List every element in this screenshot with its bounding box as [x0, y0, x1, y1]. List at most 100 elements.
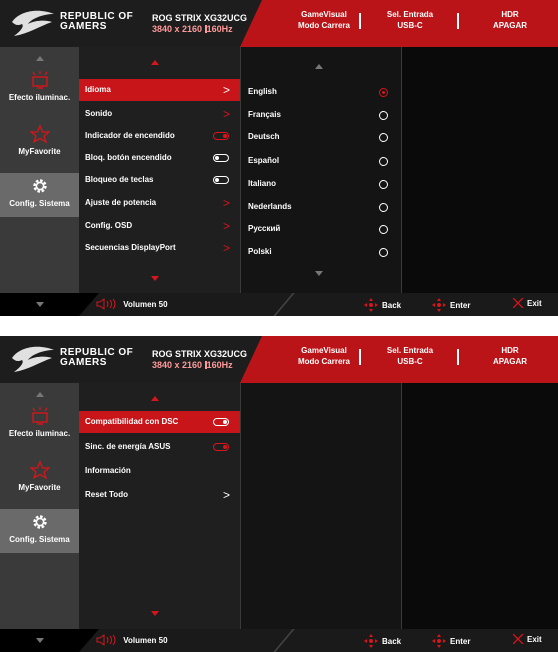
speaker-icon — [96, 298, 116, 310]
menu-item-dsc-compatibility[interactable]: Compatibilidad con DSC — [79, 411, 240, 433]
sidebar-item-system-setup[interactable]: Config. Sistema — [0, 509, 79, 553]
language-option[interactable]: Français — [241, 104, 401, 126]
menu-item-osd-setup[interactable]: Config. OSD > — [79, 215, 240, 237]
exit-button[interactable]: Exit — [512, 297, 542, 309]
chevron-right-icon: > — [223, 83, 231, 97]
gear-icon — [32, 179, 47, 193]
menu-item-asus-power-sync[interactable]: Sinc. de energía ASUS — [79, 436, 240, 458]
joystick-icon — [432, 298, 446, 312]
joystick-icon — [432, 634, 446, 648]
sidebar-item-lighting[interactable]: Efecto iluminac. — [0, 71, 79, 111]
menu-item-displayport-stream[interactable]: Secuencias DisplayPort > — [79, 237, 240, 259]
language-option[interactable]: Polski — [241, 241, 401, 263]
close-icon — [512, 297, 524, 309]
language-column: English Français Deutsch Español Italian… — [240, 47, 401, 293]
radio-icon[interactable] — [379, 225, 388, 234]
menu-item-power-indicator[interactable]: Indicador de encendido — [79, 125, 240, 147]
osd-header: REPUBLIC OF GAMERS ROG STRIX XG32UCG 384… — [0, 336, 558, 383]
sidebar-scroll-down-icon[interactable] — [36, 638, 44, 643]
detail-column — [240, 383, 401, 629]
toggle-off-icon[interactable] — [213, 176, 229, 184]
language-scroll-down-icon[interactable] — [315, 271, 323, 276]
hdr-status: HDR APAGAR — [492, 10, 528, 30]
menu-scroll-up-icon[interactable] — [151, 60, 159, 65]
menu-item-power-setting[interactable]: Ajuste de potencia > — [79, 192, 240, 214]
gamevisual-status: GameVisual Modo Carrera — [297, 346, 350, 366]
back-button[interactable]: Back — [364, 298, 401, 312]
radio-icon[interactable] — [379, 157, 388, 166]
language-scroll-up-icon[interactable] — [315, 64, 323, 69]
menu-scroll-down-icon[interactable] — [151, 276, 159, 281]
language-option[interactable]: Русский — [241, 218, 401, 240]
menu-item-power-key-lock[interactable]: Bloq. botón encendido — [79, 147, 240, 169]
radio-selected-icon[interactable] — [379, 88, 388, 97]
chevron-right-icon: > — [223, 241, 231, 255]
menu-item-sound[interactable]: Sonido > — [79, 103, 240, 125]
toggle-on-icon[interactable] — [213, 443, 229, 451]
radio-icon[interactable] — [379, 180, 388, 189]
enter-button[interactable]: Enter — [432, 298, 470, 312]
sidebar-item-system-setup[interactable]: Config. Sistema — [0, 173, 79, 217]
sidebar-item-label: MyFavorite — [18, 147, 61, 156]
sidebar-item-label: Efecto iluminac. — [8, 429, 71, 438]
speaker-icon — [96, 634, 116, 646]
volume-indicator: Volumen 50 — [96, 298, 168, 310]
resolution-readout: 3840 x 2160 160Hz — [152, 24, 233, 34]
toggle-on-icon[interactable] — [213, 132, 229, 140]
language-option[interactable]: Español — [241, 150, 401, 172]
sidebar-item-myfavorite[interactable]: MyFavorite — [0, 461, 79, 501]
sidebar-scroll-down-icon[interactable] — [36, 302, 44, 307]
menu-item-information[interactable]: Información — [79, 460, 240, 482]
back-button[interactable]: Back — [364, 634, 401, 648]
language-option[interactable]: English — [241, 81, 401, 103]
osd-screen-language: REPUBLIC OF GAMERS ROG STRIX XG32UCG 384… — [0, 0, 558, 316]
logo-plate: REPUBLIC OF GAMERS ROG STRIX XG32UCG 384… — [0, 0, 262, 47]
radio-icon[interactable] — [379, 111, 388, 120]
sidebar-scroll-up-icon[interactable] — [36, 56, 44, 61]
language-option[interactable]: Deutsch — [241, 126, 401, 148]
star-icon — [29, 125, 50, 143]
input-select-status: Sel. Entrada USB-C — [386, 346, 434, 366]
volume-indicator: Volumen 50 — [96, 634, 168, 646]
exit-button[interactable]: Exit — [512, 633, 542, 645]
menu-column: Idioma > Sonido > Indicador de encendido… — [79, 47, 240, 293]
volume-label: Volumen — [123, 300, 157, 309]
chevron-right-icon: > — [223, 488, 231, 502]
toggle-on-icon[interactable] — [213, 418, 229, 426]
star-icon — [29, 461, 50, 479]
rog-eye-logo-icon — [12, 10, 54, 36]
input-select-status: Sel. Entrada USB-C — [386, 10, 434, 30]
osd-footer: Volumen 50 Back Enter Exit — [0, 629, 558, 652]
sidebar-item-myfavorite[interactable]: MyFavorite — [0, 125, 79, 165]
language-option[interactable]: Nederlands — [241, 196, 401, 218]
volume-value: 50 — [158, 636, 168, 645]
volume-value: 50 — [158, 300, 168, 309]
radio-icon[interactable] — [379, 248, 388, 257]
brand-text: REPUBLIC OF GAMERS — [60, 347, 134, 368]
brand-text: REPUBLIC OF GAMERS — [60, 11, 134, 32]
toggle-off-icon[interactable] — [213, 154, 229, 162]
sidebar: Efecto iluminac. MyFavorite Config. Sist… — [0, 47, 79, 310]
radio-icon[interactable] — [379, 203, 388, 212]
sidebar-item-label: Config. Sistema — [9, 535, 70, 544]
joystick-icon — [364, 298, 378, 312]
sidebar-scroll-up-icon[interactable] — [36, 392, 44, 397]
menu-scroll-up-icon[interactable] — [151, 396, 159, 401]
model-name: ROG STRIX XG32UCG — [152, 349, 248, 359]
osd-screen-system-setup: REPUBLIC OF GAMERS ROG STRIX XG32UCG 384… — [0, 336, 558, 652]
menu-item-key-lock[interactable]: Bloqueo de teclas — [79, 169, 240, 191]
sidebar-item-lighting[interactable]: Efecto iluminac. — [0, 407, 79, 447]
hdr-status: HDR APAGAR — [492, 346, 528, 366]
menu-item-reset-all[interactable]: Reset Todo > — [79, 484, 240, 506]
language-option[interactable]: Italiano — [241, 173, 401, 195]
menu-column: Compatibilidad con DSC Sinc. de energía … — [79, 383, 240, 629]
radio-icon[interactable] — [379, 133, 388, 142]
menu-item-language[interactable]: Idioma > — [79, 79, 240, 101]
gamevisual-status: GameVisual Modo Carrera — [297, 10, 350, 30]
sidebar-item-label: Efecto iluminac. — [8, 93, 71, 102]
menu-scroll-down-icon[interactable] — [151, 611, 159, 616]
enter-button[interactable]: Enter — [432, 634, 470, 648]
header-divider — [359, 13, 361, 29]
volume-label: Volumen — [123, 636, 157, 645]
chevron-right-icon: > — [223, 219, 231, 233]
